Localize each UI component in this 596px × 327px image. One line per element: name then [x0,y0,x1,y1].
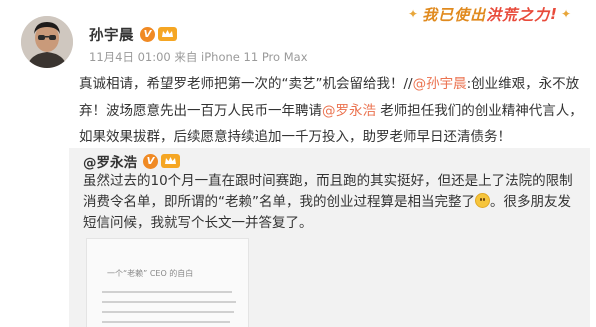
sticker-exclaim: ! [550,5,558,23]
vip-crown-icon [161,154,180,168]
author-row: 孙宇晨 V [89,24,177,44]
repost-text: 虽然过去的10个月一直在跟时间赛跑，而且跑的其实挺好，但还是上了法院的限制消费令… [83,171,583,234]
image-text-line [102,321,230,323]
repost-author-mention[interactable]: @罗永浩 [83,151,137,171]
image-title: 一个“老赖” CEO 的自白 [107,269,194,278]
repost-container[interactable]: @罗永浩 V 虽然过去的10个月一直在跟时间赛跑，而且跑的其实挺好，但还是上了法… [69,148,590,327]
mention-link[interactable]: @罗永浩 [322,103,376,119]
repost-author-row: @罗永浩 V [83,151,180,171]
sticker-text-1: 我已使出 [422,5,487,24]
post-meta: 11月4日 01:00 来自 iPhone 11 Pro Max [89,50,308,64]
image-text-line [102,311,234,313]
verified-badge-icon: V [140,26,155,42]
sticker-banner: ✦ 我已使出 洪荒之力 ! ✦ [405,2,575,26]
smiley-emoji-icon [475,193,490,208]
sparkle-icon: ✦ [560,7,572,21]
avatar[interactable] [21,16,73,68]
verified-badge-icon: V [143,153,158,169]
post-text-segment: 真诚相请，希望罗老师把第一次的“卖艺”机会留给我！// [79,76,413,92]
vip-crown-icon [158,27,177,41]
mention-link[interactable]: @孙宇晨 [413,76,467,92]
author-name[interactable]: 孙宇晨 [89,24,134,45]
post-text: 真诚相请，希望罗老师把第一次的“卖艺”机会留给我！//@孙宇晨:创业维艰，永不放… [79,71,589,151]
image-text-line [102,301,236,303]
avatar-image [21,16,73,68]
sticker-text-2: 洪荒之力 [486,5,551,24]
repost-image-thumbnail[interactable]: 一个“老赖” CEO 的自白 [86,238,249,327]
image-text-line [102,291,232,293]
sparkle-icon: ✦ [408,7,420,21]
